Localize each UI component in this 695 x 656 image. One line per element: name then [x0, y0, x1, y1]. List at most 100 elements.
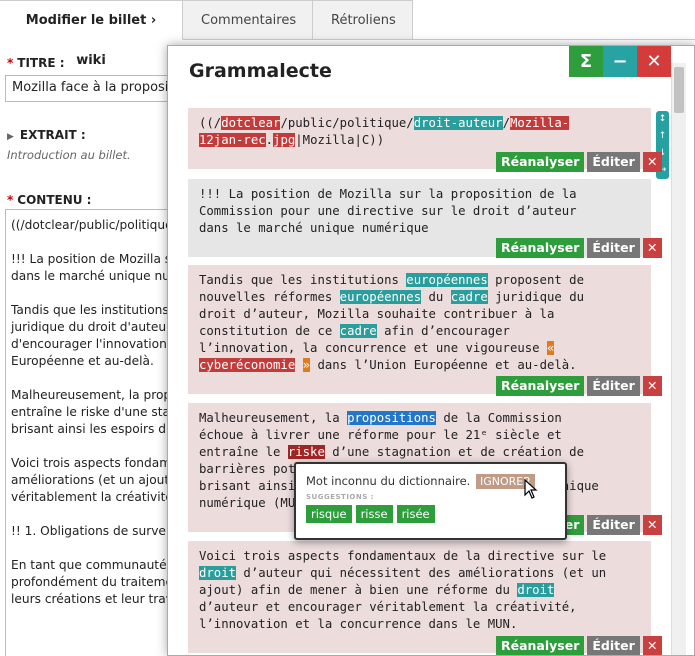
suggestions-list: risque risse risée: [306, 505, 555, 523]
paragraph-line: 12jan-rec.jpg|Mozilla|C)): [199, 132, 641, 149]
nav-arrow-icon[interactable]: ↑: [656, 128, 669, 145]
error-highlight[interactable]: cadre: [339, 324, 377, 338]
tab-comments[interactable]: Commentaires: [183, 0, 313, 40]
edit-button[interactable]: Éditer: [587, 515, 640, 535]
paragraph-line: dans le marché unique numérique: [199, 220, 641, 237]
paragraph-actions: RéanalyserÉditer✕: [496, 636, 662, 655]
content-line: !! 1. Obligations de surveilla: [11, 524, 184, 538]
content-paragraph: !! 1. Obligations de surveilla: [11, 523, 184, 540]
tab-edit-post[interactable]: Modifier le billet › wiki: [0, 0, 183, 68]
edit-button[interactable]: Éditer: [587, 152, 640, 172]
suggestion-item[interactable]: risque: [306, 505, 352, 523]
text-segment: |Mozilla|C)): [295, 133, 385, 147]
text-segment: Commission pour une directive sur le dro…: [199, 204, 577, 218]
paragraph-line: droit d’auteur, Mozilla souhaite contrib…: [199, 306, 641, 323]
error-highlight[interactable]: européennes: [339, 290, 422, 304]
paragraph-actions: RéanalyserÉditer✕: [496, 238, 662, 258]
text-segment: [295, 358, 302, 372]
paragraph-line: ((/dotclear/public/politique/droit-auteu…: [199, 115, 641, 132]
content-textarea[interactable]: ((/dotclear/public/politique/ !!! La posi…: [5, 209, 185, 656]
paragraph-line: ajout) afin de mener à bien une réforme …: [199, 582, 641, 599]
paragraph-line: Voici trois aspects fondamentaux de la d…: [199, 548, 641, 565]
close-button[interactable]: ✕: [637, 46, 671, 77]
text-segment: droit d’auteur, Mozilla souhaite contrib…: [199, 307, 555, 321]
excerpt-label[interactable]: ▶ EXTRAIT :: [7, 128, 86, 142]
content-paragraph: Tandis que les institutions e juridique d…: [11, 302, 184, 370]
paragraph-line: Commission pour une directive sur le dro…: [199, 203, 641, 220]
scrollbar-thumb[interactable]: [674, 67, 684, 113]
error-highlight[interactable]: «: [546, 341, 555, 355]
content-line: dans le marché unique numé: [11, 269, 185, 283]
error-highlight[interactable]: cadre: [450, 290, 488, 304]
error-highlight[interactable]: Mozilla-: [509, 116, 570, 130]
text-segment: Tandis que les institutions: [199, 273, 407, 287]
edit-button[interactable]: Éditer: [587, 238, 640, 258]
error-highlight[interactable]: jpg: [273, 133, 296, 147]
remove-button[interactable]: ✕: [642, 515, 662, 535]
suggestion-item[interactable]: risse: [355, 505, 393, 523]
error-highlight[interactable]: dotclear: [221, 116, 281, 130]
text-segment: juridique du: [487, 290, 585, 304]
text-segment: constitution de ce: [199, 324, 340, 338]
reanalyze-button[interactable]: Réanalyser: [496, 152, 585, 172]
excerpt-hint: Introduction au billet.: [7, 148, 131, 162]
content-line: Voici trois aspects fondame: [11, 456, 179, 470]
title-input[interactable]: Mozilla face à la propositio: [5, 75, 185, 102]
remove-button[interactable]: ✕: [642, 238, 662, 258]
remove-button[interactable]: ✕: [642, 636, 662, 655]
remove-button[interactable]: ✕: [642, 152, 662, 172]
paragraph-line: l’innovation et la concurrence dans le M…: [199, 616, 641, 633]
sum-button[interactable]: Σ: [569, 46, 603, 77]
reanalyze-button[interactable]: Réanalyser: [496, 376, 585, 396]
spelling-tooltip: Mot inconnu du dictionnaire. IGNORER SUG…: [294, 462, 567, 540]
content-line: leurs créations et leur travail. Mais l'…: [11, 592, 184, 606]
minimize-button[interactable]: −: [603, 46, 637, 77]
error-highlight[interactable]: cyberéconomie: [199, 358, 296, 372]
edit-button[interactable]: Éditer: [587, 376, 640, 396]
text-segment: entraîne le: [199, 445, 288, 459]
text-segment: d’une stagnation et de création de: [324, 445, 584, 459]
error-highlight[interactable]: européennes: [406, 273, 488, 287]
text-segment: l’innovation et la concurrence dans le M…: [199, 617, 518, 631]
grammalecte-panel: Grammalecte Σ − ✕ ↕ ↑ ↓ ↔ ((/dotclear/publi…: [167, 45, 695, 656]
nav-arrow-icon[interactable]: ↕: [656, 111, 669, 128]
tab-trackbacks[interactable]: Rétroliens: [313, 0, 413, 40]
content-paragraph: !!! La position de Mozilla su dans le mar…: [11, 251, 185, 285]
reanalyze-button[interactable]: Réanalyser: [496, 636, 585, 655]
tooltip-message-row: Mot inconnu du dictionnaire. IGNORER: [306, 474, 555, 489]
tab-divider: [183, 39, 695, 40]
mouse-cursor-icon: [524, 479, 538, 499]
paragraph-line: Tandis que les institutions européennes …: [199, 272, 641, 289]
edit-button[interactable]: Éditer: [587, 636, 640, 655]
text-segment: d’auteur et encourager véritablement la …: [199, 600, 577, 614]
expand-arrow-icon: ▶: [7, 132, 14, 142]
content-line: améliorations (et un ajout) a: [11, 473, 185, 487]
suggestion-item[interactable]: risée: [396, 505, 435, 523]
error-highlight[interactable]: propositions: [347, 411, 436, 425]
text-segment: l’innovation, la concurrence et une vigo…: [199, 341, 547, 355]
text-segment: proposent de: [487, 273, 584, 287]
error-highlight[interactable]: droit-auteur: [413, 116, 503, 130]
text-segment: de la Commission: [435, 411, 562, 425]
paragraph-actions: RéanalyserÉditer✕: [496, 376, 662, 396]
content-paragraph: Voici trois aspects fondame améliorations…: [11, 455, 185, 506]
text-segment: afin d’encourager: [376, 324, 510, 338]
error-highlight[interactable]: droit: [199, 566, 237, 580]
content-paragraph: En tant que communauté de profondément du…: [11, 557, 184, 608]
error-highlight[interactable]: »: [302, 358, 311, 372]
reanalyze-button[interactable]: Réanalyser: [496, 238, 585, 258]
excerpt-label-text: EXTRAIT :: [19, 128, 86, 142]
error-highlight[interactable]: droit: [517, 583, 555, 597]
content-label-text: CONTENU :: [17, 193, 92, 207]
error-highlight[interactable]: 12jan-rec: [199, 133, 266, 147]
panel-scrollbar[interactable]: [671, 63, 686, 655]
remove-button[interactable]: ✕: [642, 376, 662, 396]
error-highlight[interactable]: riske: [287, 445, 325, 459]
title-label: * TITRE :: [7, 56, 65, 70]
paragraph-line: d’auteur et encourager véritablement la …: [199, 599, 641, 616]
content-line: entraîne le riske d'une stagn: [11, 405, 185, 419]
paragraph-line: l’innovation, la concurrence et une vigo…: [199, 340, 641, 357]
paragraph-line: entraîne le riske d’une stagnation et de…: [199, 444, 641, 461]
paragraph-line: cyberéconomie » dans l’Union Européenne …: [199, 357, 641, 374]
title-label-text: TITRE :: [17, 56, 65, 70]
